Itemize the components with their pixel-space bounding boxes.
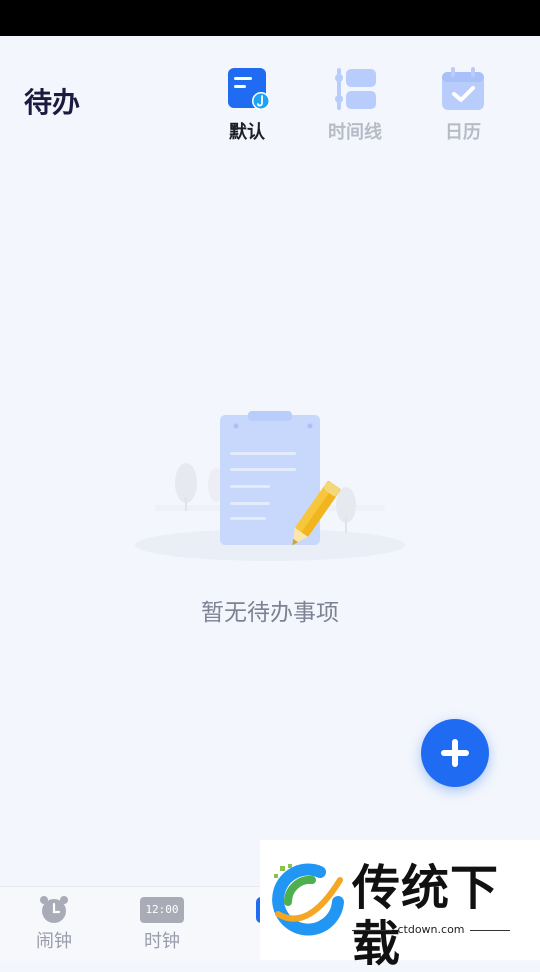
tab-timeline-label: 时间线: [328, 122, 382, 143]
timeline-icon: [332, 66, 378, 112]
alarm-clock-icon: [38, 895, 70, 925]
tab-default-label: 默认: [229, 122, 265, 143]
add-todo-button[interactable]: [421, 719, 489, 787]
nav-item-clock[interactable]: 12:00 时钟: [108, 887, 216, 961]
page-title: 待办: [24, 86, 81, 119]
tab-calendar[interactable]: 日历: [423, 66, 503, 144]
ctdown-logo: [268, 862, 348, 938]
tab-timeline[interactable]: 时间线: [315, 66, 395, 144]
clipboard-pencil-illustration: [130, 405, 410, 565]
watermark: 传统下载 ctdown.com: [260, 840, 540, 972]
watermark-divider-right: [470, 930, 510, 931]
status-bar: [0, 0, 540, 36]
nav-label-alarm: 闹钟: [36, 931, 72, 952]
watermark-text: 传统下载: [352, 860, 500, 972]
calendar-check-icon: [440, 66, 486, 112]
empty-message: 暂无待办事项: [201, 600, 339, 626]
nav-label-clock: 时钟: [144, 931, 180, 952]
tab-default[interactable]: 默认: [207, 66, 287, 144]
plus-icon: [441, 739, 469, 767]
digital-clock-icon: 12:00: [140, 897, 184, 923]
tab-calendar-label: 日历: [445, 122, 481, 143]
nav-item-alarm[interactable]: 闹钟: [0, 887, 108, 961]
list-note-icon: [224, 66, 270, 112]
